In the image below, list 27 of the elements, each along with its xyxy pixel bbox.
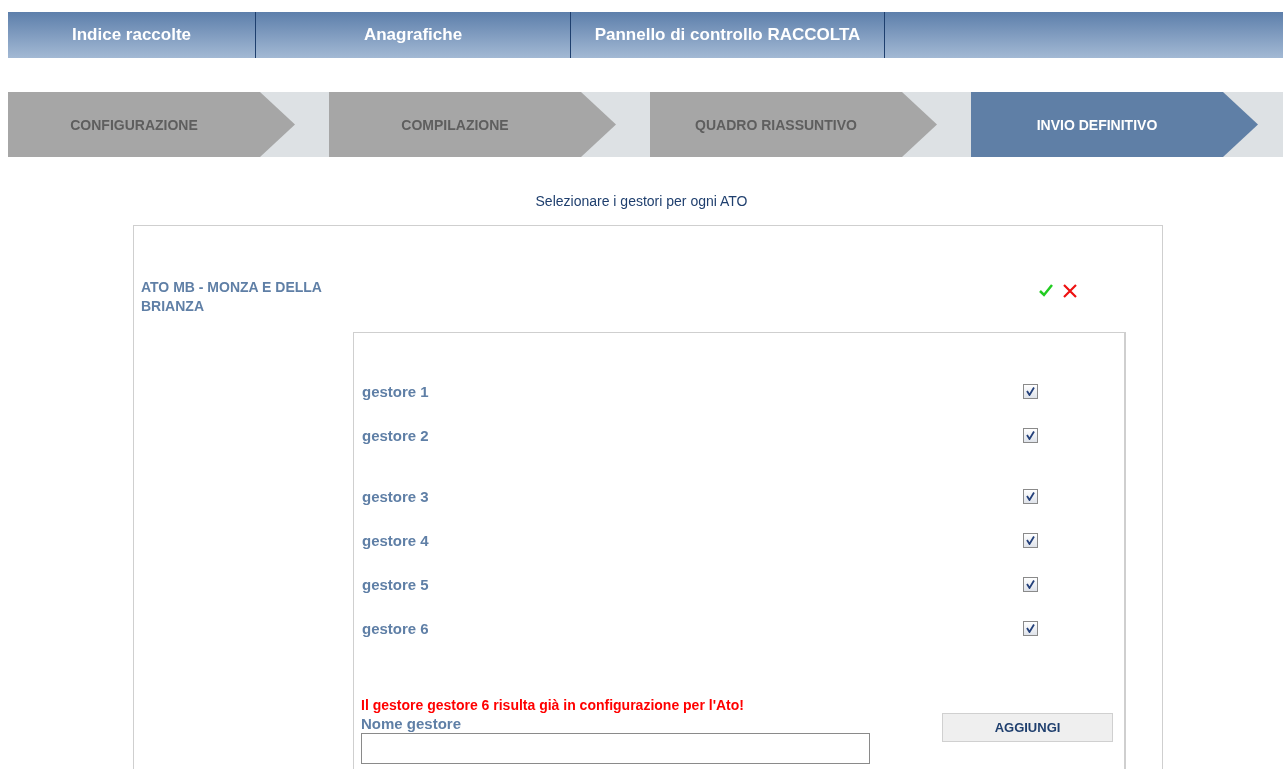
nav-tab[interactable]: Pannello di controllo RACCOLTA [571,12,885,58]
gestore-label: gestore 3 [362,487,429,505]
ato-name: ATO MB - MONZA E DELLA BRIANZA [141,278,323,316]
close-icon[interactable] [1063,284,1077,298]
checkbox[interactable] [1023,532,1038,548]
gestore-label: gestore 2 [362,426,429,444]
step-tab[interactable]: CONFIGURAZIONE [8,92,295,157]
error-message: Il gestore gestore 6 risulta già in configurazione per l'Ato! [361,697,744,713]
check-icon[interactable] [1039,284,1053,297]
step-tab[interactable]: INVIO DEFINITIVO [971,92,1258,157]
field-label: Nome gestore [361,715,462,732]
checkbox[interactable] [1023,576,1038,592]
checkbox[interactable] [1023,383,1038,399]
gestore-label: gestore 5 [362,575,429,593]
checkbox[interactable] [1023,427,1038,443]
step-tab[interactable]: COMPILAZIONE [329,92,616,157]
checkbox[interactable] [1023,488,1038,504]
name-field[interactable] [361,733,870,764]
gestore-label: gestore 6 [362,619,429,637]
nav-tab[interactable]: Indice raccolte [8,12,256,58]
gestore-label: gestore 1 [362,382,429,400]
checkbox[interactable] [1023,620,1038,636]
add-button[interactable]: AGGIUNGI [942,713,1113,742]
subtitle: Selezionare i gestori per ogni ATO [534,193,749,209]
gestore-label: gestore 4 [362,531,429,549]
step-tab[interactable]: QUADRO RIASSUNTIVO [650,92,937,157]
nav-tab[interactable]: Anagrafiche [256,12,571,58]
